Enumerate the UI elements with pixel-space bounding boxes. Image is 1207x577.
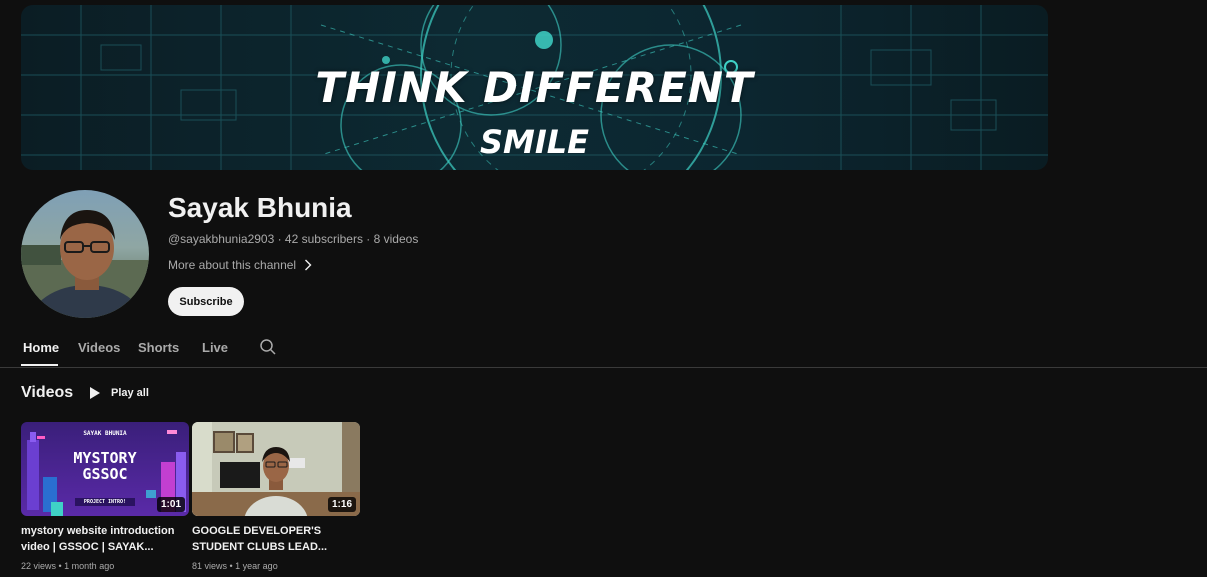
play-all-button[interactable]: Play all (89, 386, 149, 400)
channel-meta: @sayakbhunia2903 · 42 subscribers · 8 vi… (168, 232, 419, 246)
thumbnail-top-text: SAYAK BHUNIA (83, 430, 127, 437)
video-duration: 1:01 (156, 497, 185, 512)
channel-banner: THINK DIFFERENT SMILE (21, 5, 1048, 170)
video-duration: 1:16 (327, 497, 356, 512)
search-icon[interactable] (259, 338, 277, 361)
banner-title: THINK DIFFERENT (315, 63, 754, 112)
thumbnail-bottom-text: PROJECT INTRO! (75, 498, 135, 506)
play-all-label: Play all (111, 387, 149, 399)
subscribe-button[interactable]: Subscribe (168, 287, 244, 316)
tab-shorts[interactable]: Shorts (138, 340, 179, 355)
channel-name: Sayak Bhunia (168, 192, 352, 223)
active-tab-indicator (21, 364, 58, 366)
thumbnail-title-text: MYSTORY GSSOC (73, 449, 137, 483)
tab-live[interactable]: Live (202, 340, 228, 355)
section-title: Videos (21, 384, 74, 401)
channel-tabs: Home Videos Shorts Live (0, 330, 1207, 368)
banner-subtitle: SMILE (479, 123, 590, 161)
tab-home[interactable]: Home (23, 340, 59, 355)
play-icon (90, 387, 100, 399)
video-thumbnail[interactable]: 1:16 (192, 422, 360, 516)
more-about-label: More about this channel (168, 258, 297, 272)
avatar-portrait (21, 210, 149, 318)
chevron-right-icon (305, 259, 312, 271)
video-title[interactable]: mystory website introduction video | GSS… (21, 523, 181, 555)
tab-videos[interactable]: Videos (78, 340, 120, 355)
video-card[interactable]: SAYAK BHUNIA MYSTORY GSSOC PROJECT INTRO… (21, 422, 189, 571)
video-meta: 22 views • 1 month ago (21, 561, 115, 571)
video-thumbnail[interactable]: SAYAK BHUNIA MYSTORY GSSOC PROJECT INTRO… (21, 422, 189, 516)
video-meta: 81 views • 1 year ago (192, 561, 278, 571)
video-card[interactable]: 1:16 GOOGLE DEVELOPER'S STUDENT CLUBS LE… (192, 422, 360, 571)
channel-avatar[interactable] (21, 190, 149, 318)
more-about-channel-link[interactable]: More about this channel (168, 258, 312, 272)
video-title[interactable]: GOOGLE DEVELOPER'S STUDENT CLUBS LEAD... (192, 523, 352, 555)
